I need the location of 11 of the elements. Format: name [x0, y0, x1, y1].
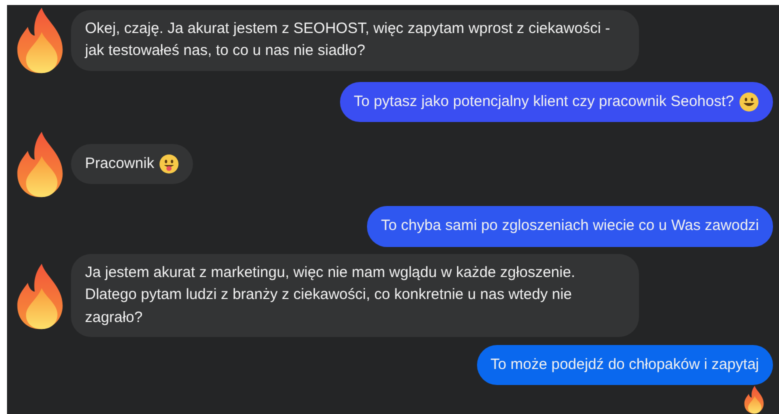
sent-message-bubble: To może podejdź do chłopaków i zapytaj: [476, 344, 773, 386]
flame-avatar-icon[interactable]: [15, 6, 65, 74]
tongue-out-emoji-icon: [159, 154, 180, 174]
flame-avatar-icon[interactable]: [15, 262, 65, 330]
received-message-bubble: Okej, czaję. Ja akurat jestem z SEOHOST, więc zapytam wprost z ciekawości - jak testowałeś nas, to co u nas nie siadło?: [71, 10, 639, 71]
sent-message-bubble: To chyba sami po zgloszeniach wiecie co u Was zawodzi: [367, 206, 773, 246]
flame-avatar-icon[interactable]: [15, 130, 65, 198]
received-message-bubble: Ja jestem akurat z marketingu, więc nie mam wglądu w każde zgłoszenie. Dlatego pytam ludzi z branży z ciekawości, co konkretnie u nas wtedy nie zagrało?: [71, 254, 639, 338]
smiley-emoji-icon: [739, 92, 759, 112]
sent-message-bubble: To pytasz jako potencjalny klient czy pracownik Seohost?: [340, 82, 773, 122]
received-message-bubble: Pracownik: [71, 144, 194, 184]
